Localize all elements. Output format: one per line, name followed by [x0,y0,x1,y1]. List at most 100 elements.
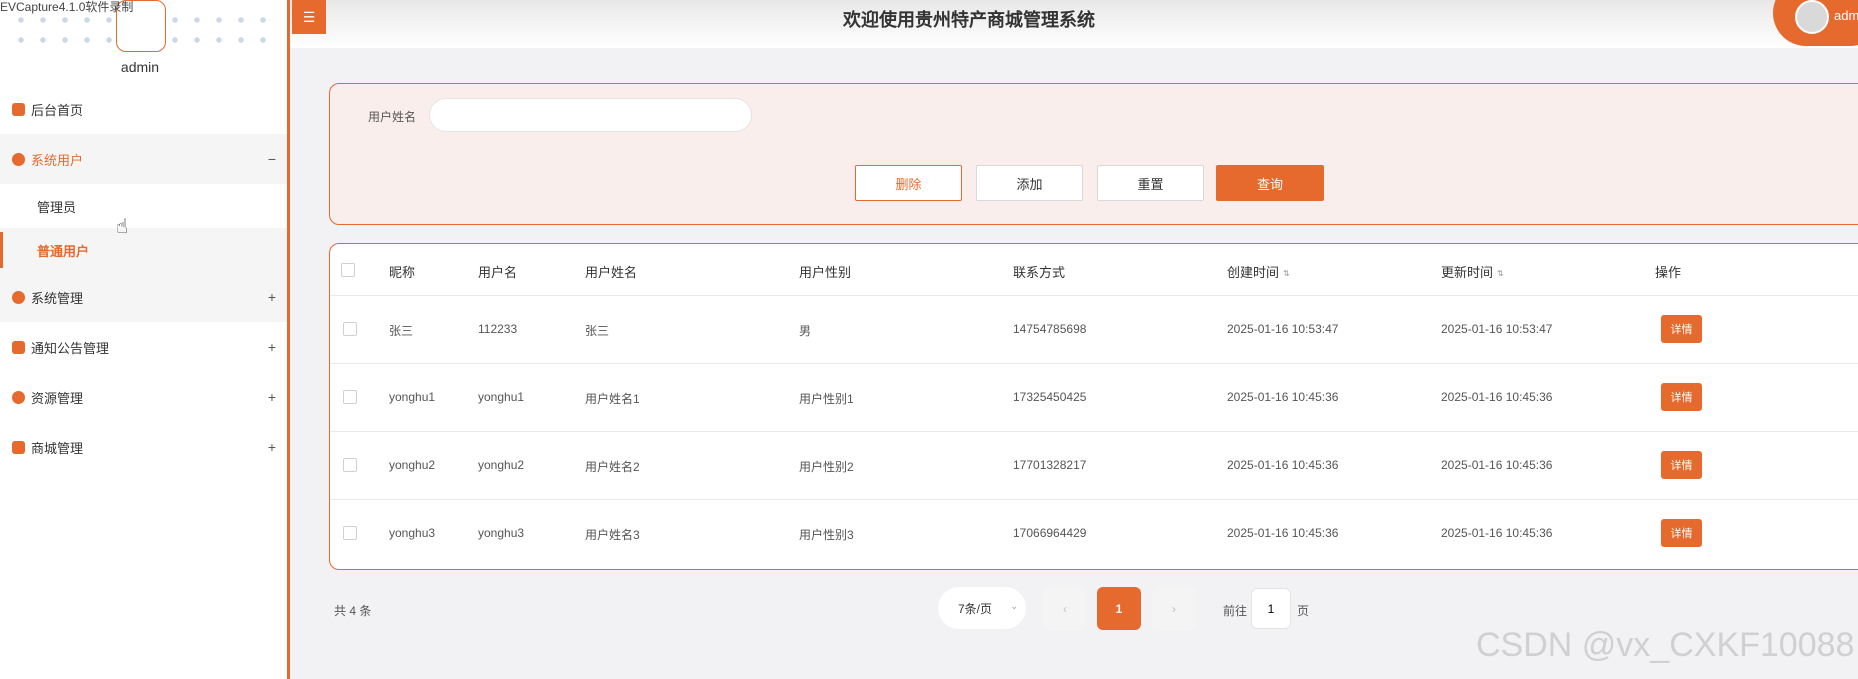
goto-page-input[interactable] [1251,588,1291,629]
sidebar-item-label: 系统用户 [31,152,84,168]
sidebar-item-system-users[interactable]: 系统用户 − [0,134,287,184]
cell-nickname: yonghu3 [389,526,436,540]
cell-updated: 2025-01-16 10:45:36 [1441,458,1553,472]
chevron-down-icon: ⌄ [1010,601,1018,611]
cell-gender: 用户性别1 [799,392,854,406]
gear-icon [12,290,25,304]
cell-gender: 用户性别2 [799,460,854,474]
cell-updated: 2025-01-16 10:45:36 [1441,390,1553,404]
row-checkbox[interactable] [343,322,357,336]
row-checkbox[interactable] [343,458,357,472]
shop-icon [12,440,25,454]
select-all-checkbox[interactable] [341,263,355,277]
home-icon [12,102,25,116]
sidebar: admin 后台首页 系统用户 − 管理员 普通用户 系统管理 + 通知公告管理… [0,0,290,679]
column-header-label: 创建时间 [1227,265,1280,280]
search-panel: 用户姓名 删除 添加 重置 查询 [329,83,1858,225]
sidebar-item-label: 系统管理 [31,290,84,306]
column-header-updated[interactable]: 更新时间 ⇅ [1441,262,1504,281]
add-button[interactable]: 添加 [976,165,1083,201]
database-icon [12,390,25,404]
search-input[interactable] [429,98,752,132]
table-row: yonghu3 yonghu3 用户姓名3 用户性别3 17066964429 … [330,500,1858,568]
cell-nickname: yonghu2 [389,458,436,472]
cell-created: 2025-01-16 10:45:36 [1227,390,1339,404]
sidebar-item-notice-management[interactable]: 通知公告管理 + [0,322,287,372]
expand-icon[interactable]: + [257,339,287,355]
sidebar-item-label: 商城管理 [31,440,84,456]
cell-realname: 张三 [585,324,610,338]
page-number-current[interactable]: 1 [1097,587,1141,630]
row-checkbox[interactable] [343,526,357,540]
hamburger-icon: ☰ [302,8,316,25]
column-header-gender: 用户性别 [799,265,852,280]
cell-nickname: yonghu1 [389,390,436,404]
page-title: 欢迎使用贵州特产商城管理系统 [843,10,1095,30]
sidebar-subitem-normal-users[interactable]: 普通用户 [0,228,287,272]
column-header-realname: 用户姓名 [585,265,638,280]
sidebar-menu: 后台首页 系统用户 − 管理员 普通用户 系统管理 + 通知公告管理 + 资源管… [0,84,287,472]
expand-icon[interactable]: + [257,389,287,405]
table-row: yonghu1 yonghu1 用户姓名1 用户性别1 17325450425 … [330,364,1858,432]
sidebar-item-label: 后台首页 [31,102,84,118]
sort-icon[interactable]: ⇅ [1497,270,1504,278]
detail-button[interactable]: 详情 [1661,383,1702,411]
sidebar-subitem-label: 管理员 [37,199,77,215]
sort-icon[interactable]: ⇅ [1283,270,1290,278]
detail-button[interactable]: 详情 [1661,451,1702,479]
search-label: 用户姓名 [368,110,417,124]
watermark: CSDN @vx_CXKF10088 [1476,626,1855,664]
column-header-username: 用户名 [478,265,518,280]
expand-icon[interactable]: + [257,439,287,455]
table-row: yonghu2 yonghu2 用户姓名2 用户性别2 17701328217 … [330,432,1858,500]
cell-updated: 2025-01-16 10:53:47 [1441,322,1553,336]
cell-gender: 男 [799,324,812,338]
document-icon [12,340,25,354]
total-count: 共 4 条 [334,604,372,618]
sidebar-item-mall-management[interactable]: 商城管理 + [0,422,287,472]
cell-username: 112233 [478,322,518,336]
expand-icon[interactable]: + [257,289,287,305]
sidebar-item-system-management[interactable]: 系统管理 + [0,272,287,322]
cell-username: yonghu2 [478,458,525,472]
sidebar-subitem-admins[interactable]: 管理员 [0,184,287,228]
reset-button[interactable]: 重置 [1097,165,1204,201]
user-icon [12,152,25,166]
delete-button[interactable]: 删除 [855,165,962,201]
recorder-overlay-text: EVCapture4.1.0软件录制 [0,0,134,14]
menu-toggle-button[interactable]: ☰ [292,0,326,34]
page-size-value: 7条/页 [958,601,993,616]
cell-updated: 2025-01-16 10:45:36 [1441,526,1553,540]
cell-realname: 用户姓名2 [585,460,640,474]
sidebar-subitem-label: 普通用户 [37,243,90,259]
table-header: 昵称 用户名 用户姓名 用户性别 联系方式 创建时间 ⇅ 更新时间 ⇅ 操作 [330,244,1858,296]
column-header-nickname: 昵称 [389,265,416,280]
cell-realname: 用户姓名1 [585,392,640,406]
column-header-phone: 联系方式 [1013,265,1066,280]
page-size-select[interactable]: 7条/页 ⌄ [938,587,1026,629]
cell-phone: 17325450425 [1013,390,1087,404]
goto-label: 前往 [1223,604,1248,618]
user-avatar[interactable] [1795,0,1829,34]
detail-button[interactable]: 详情 [1661,519,1702,547]
collapse-icon[interactable]: − [257,151,287,167]
row-checkbox[interactable] [343,390,357,404]
column-header-actions: 操作 [1655,265,1682,280]
cell-created: 2025-01-16 10:45:36 [1227,458,1339,472]
cell-created: 2025-01-16 10:45:36 [1227,526,1339,540]
column-header-label: 更新时间 [1441,265,1494,280]
cell-gender: 用户性别3 [799,528,854,542]
prev-page-button[interactable]: ‹ [1043,587,1087,630]
table-row: 张三 112233 张三 男 14754785698 2025-01-16 10… [330,296,1858,364]
detail-button[interactable]: 详情 [1661,315,1702,343]
cell-nickname: 张三 [389,324,414,338]
cell-phone: 14754785698 [1013,322,1087,336]
sidebar-item-home[interactable]: 后台首页 [0,84,287,134]
users-table: 昵称 用户名 用户姓名 用户性别 联系方式 创建时间 ⇅ 更新时间 ⇅ 操作 张三 … [329,243,1858,570]
user-name[interactable]: adm [1834,8,1858,23]
next-page-button[interactable]: › [1152,587,1196,630]
query-button[interactable]: 查询 [1216,165,1324,201]
sidebar-item-resource-management[interactable]: 资源管理 + [0,372,287,422]
cell-username: yonghu3 [478,526,525,540]
column-header-created[interactable]: 创建时间 ⇅ [1227,262,1290,281]
